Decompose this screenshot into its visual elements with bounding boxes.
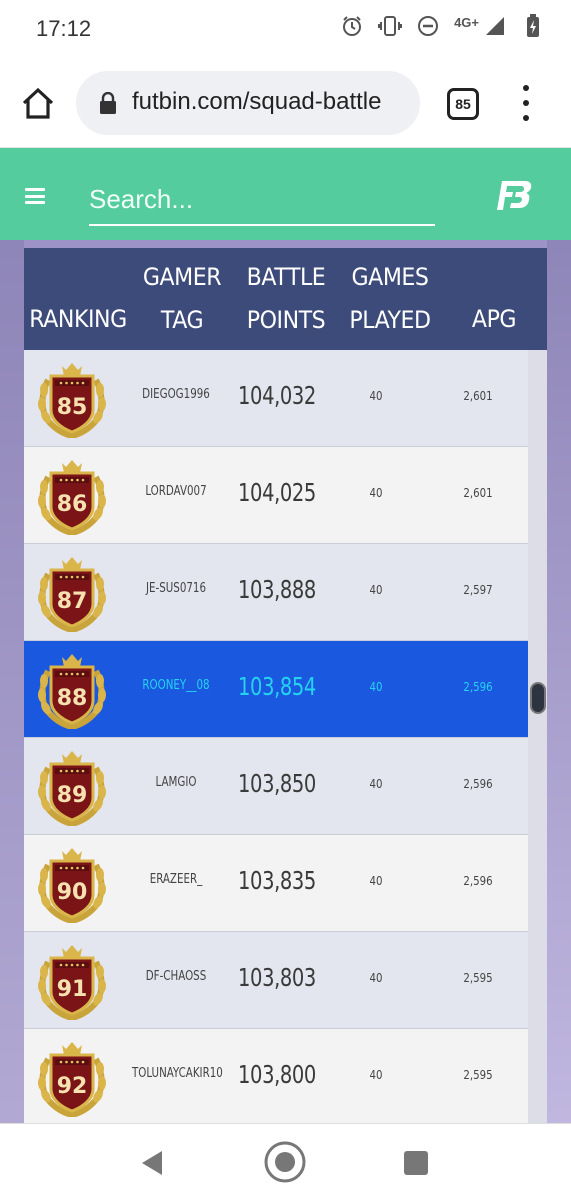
battle-points: 103,800 <box>238 1060 316 1089</box>
home-circle-icon[interactable] <box>263 1140 307 1184</box>
apg-value: 2,595 <box>463 1068 493 1082</box>
more-vert-icon[interactable] <box>520 85 532 121</box>
alarm-icon <box>340 14 364 38</box>
header-gamer-tag[interactable]: GAMER TAG <box>136 256 228 342</box>
network-label: 4G+ <box>454 14 479 30</box>
games-played: 40 <box>369 777 383 791</box>
gamer-tag[interactable]: DIEGOG1996 <box>132 387 220 402</box>
battle-points: 103,835 <box>238 866 316 895</box>
rank-number: 92 <box>57 1074 88 1099</box>
back-icon[interactable] <box>140 1150 164 1176</box>
rank-badge-icon: 92 <box>36 1039 108 1119</box>
background-stadium-left <box>0 238 24 1123</box>
games-played: 40 <box>369 486 383 500</box>
rank-number: 89 <box>57 783 88 808</box>
browser-toolbar: futbin.com/squad-battle 85 <box>0 58 571 148</box>
battle-points: 103,803 <box>238 963 316 992</box>
status-time: 17:12 <box>36 16 92 41</box>
table-row[interactable]: 85 DIEGOG1996 104,032 40 2,601 <box>24 350 528 447</box>
rank-number: 91 <box>57 977 88 1002</box>
header-battle-points[interactable]: BATTLE POINTS <box>238 256 334 342</box>
table-row[interactable]: 92 TOLUNAYCAKIR10 103,800 40 2,595 <box>24 1029 528 1123</box>
games-played: 40 <box>369 583 383 597</box>
gamer-tag[interactable]: LAMGIO <box>132 775 220 790</box>
site-header <box>0 148 571 240</box>
rank-badge-icon: 91 <box>36 942 108 1022</box>
rank-badge-icon: 90 <box>36 845 108 925</box>
gamer-tag[interactable]: JE-SUS0716 <box>132 581 220 596</box>
rank-number: 87 <box>57 589 88 614</box>
android-nav-bar <box>0 1123 571 1200</box>
status-bar: 17:12 4G+ <box>0 0 571 58</box>
header-games-played[interactable]: GAMES PLAYED <box>348 256 433 342</box>
header-games-played-line2: PLAYED <box>349 306 431 334</box>
rank-number: 88 <box>57 686 88 711</box>
table-row[interactable]: 88 ROONEY__08 103,854 40 2,596 <box>24 641 528 738</box>
header-battle-points-line1: BATTLE <box>246 263 326 291</box>
tab-switcher-button[interactable]: 85 <box>447 88 479 120</box>
header-apg[interactable]: APG <box>448 298 540 341</box>
rank-badge-icon: 85 <box>36 360 108 440</box>
hamburger-menu-icon[interactable] <box>25 188 45 204</box>
vibrate-icon <box>378 14 403 38</box>
background-stadium-right <box>547 238 571 1123</box>
header-gamer-tag-line2: TAG <box>160 306 204 334</box>
header-gamer-tag-line1: GAMER <box>142 263 222 291</box>
scrollbar-thumb[interactable] <box>530 682 546 714</box>
battle-points: 103,854 <box>238 672 316 701</box>
apg-value: 2,596 <box>463 777 493 791</box>
table-row[interactable]: 86 LORDAV007 104,025 40 2,601 <box>24 447 528 544</box>
status-icons: 4G+ <box>340 14 545 38</box>
rank-badge-icon: 86 <box>36 457 108 537</box>
apg-value: 2,596 <box>463 874 493 888</box>
rank-badge-icon: 88 <box>36 651 108 731</box>
table-header: RANKING GAMER TAG BATTLE POINTS GAMES PL… <box>24 248 547 350</box>
apg-value: 2,597 <box>463 583 493 597</box>
battle-points: 103,850 <box>238 769 316 798</box>
web-page: RANKING GAMER TAG BATTLE POINTS GAMES PL… <box>0 148 571 1123</box>
table-row[interactable]: 89 LAMGIO 103,850 40 2,596 <box>24 738 528 835</box>
games-played: 40 <box>369 680 383 694</box>
apg-value: 2,595 <box>463 971 493 985</box>
battle-points: 103,888 <box>238 575 316 604</box>
battle-points: 104,032 <box>238 381 316 410</box>
gamer-tag[interactable]: LORDAV007 <box>132 484 220 499</box>
gamer-tag[interactable]: ROONEY__08 <box>132 678 220 693</box>
gamer-tag[interactable]: ERAZEER_ <box>132 872 220 887</box>
url-text: futbin.com/squad-battle <box>132 88 382 115</box>
games-played: 40 <box>369 1068 383 1082</box>
address-bar[interactable]: futbin.com/squad-battle <box>76 71 420 135</box>
rank-badge-icon: 89 <box>36 748 108 828</box>
apg-value: 2,596 <box>463 680 493 694</box>
games-played: 40 <box>369 971 383 985</box>
header-games-played-line1: GAMES <box>351 263 429 291</box>
search-input[interactable] <box>89 174 435 226</box>
gamer-tag[interactable]: DF-CHAOSS <box>132 969 220 984</box>
battle-points: 104,025 <box>238 478 316 507</box>
rank-number: 86 <box>57 492 88 517</box>
signal-icon <box>483 14 507 38</box>
header-ranking[interactable]: RANKING <box>28 298 127 341</box>
header-battle-points-line2: POINTS <box>246 306 326 334</box>
gamer-tag[interactable]: TOLUNAYCAKIR10 <box>132 1066 223 1081</box>
apg-value: 2,601 <box>463 486 493 500</box>
table-body: 85 DIEGOG1996 104,032 40 2,601 86 LORDAV007 104… <box>24 350 528 1123</box>
home-icon[interactable] <box>20 86 56 122</box>
table-row[interactable]: 87 JE-SUS0716 103,888 40 2,597 <box>24 544 528 641</box>
lock-icon <box>98 91 118 114</box>
recents-icon[interactable] <box>404 1151 428 1175</box>
rank-badge-icon: 87 <box>36 554 108 634</box>
futbin-logo[interactable] <box>494 178 532 214</box>
table-row[interactable]: 91 DF-CHAOSS 103,803 40 2,595 <box>24 932 528 1029</box>
rank-number: 85 <box>57 395 88 420</box>
battery-charging-icon <box>521 14 545 38</box>
apg-value: 2,601 <box>463 389 493 403</box>
rank-number: 90 <box>57 880 88 905</box>
games-played: 40 <box>369 389 383 403</box>
squad-battles-table: RANKING GAMER TAG BATTLE POINTS GAMES PL… <box>24 248 547 1123</box>
scrollbar-track[interactable] <box>528 350 547 1123</box>
dnd-icon <box>416 14 440 38</box>
games-played: 40 <box>369 874 383 888</box>
table-row[interactable]: 90 ERAZEER_ 103,835 40 2,596 <box>24 835 528 932</box>
